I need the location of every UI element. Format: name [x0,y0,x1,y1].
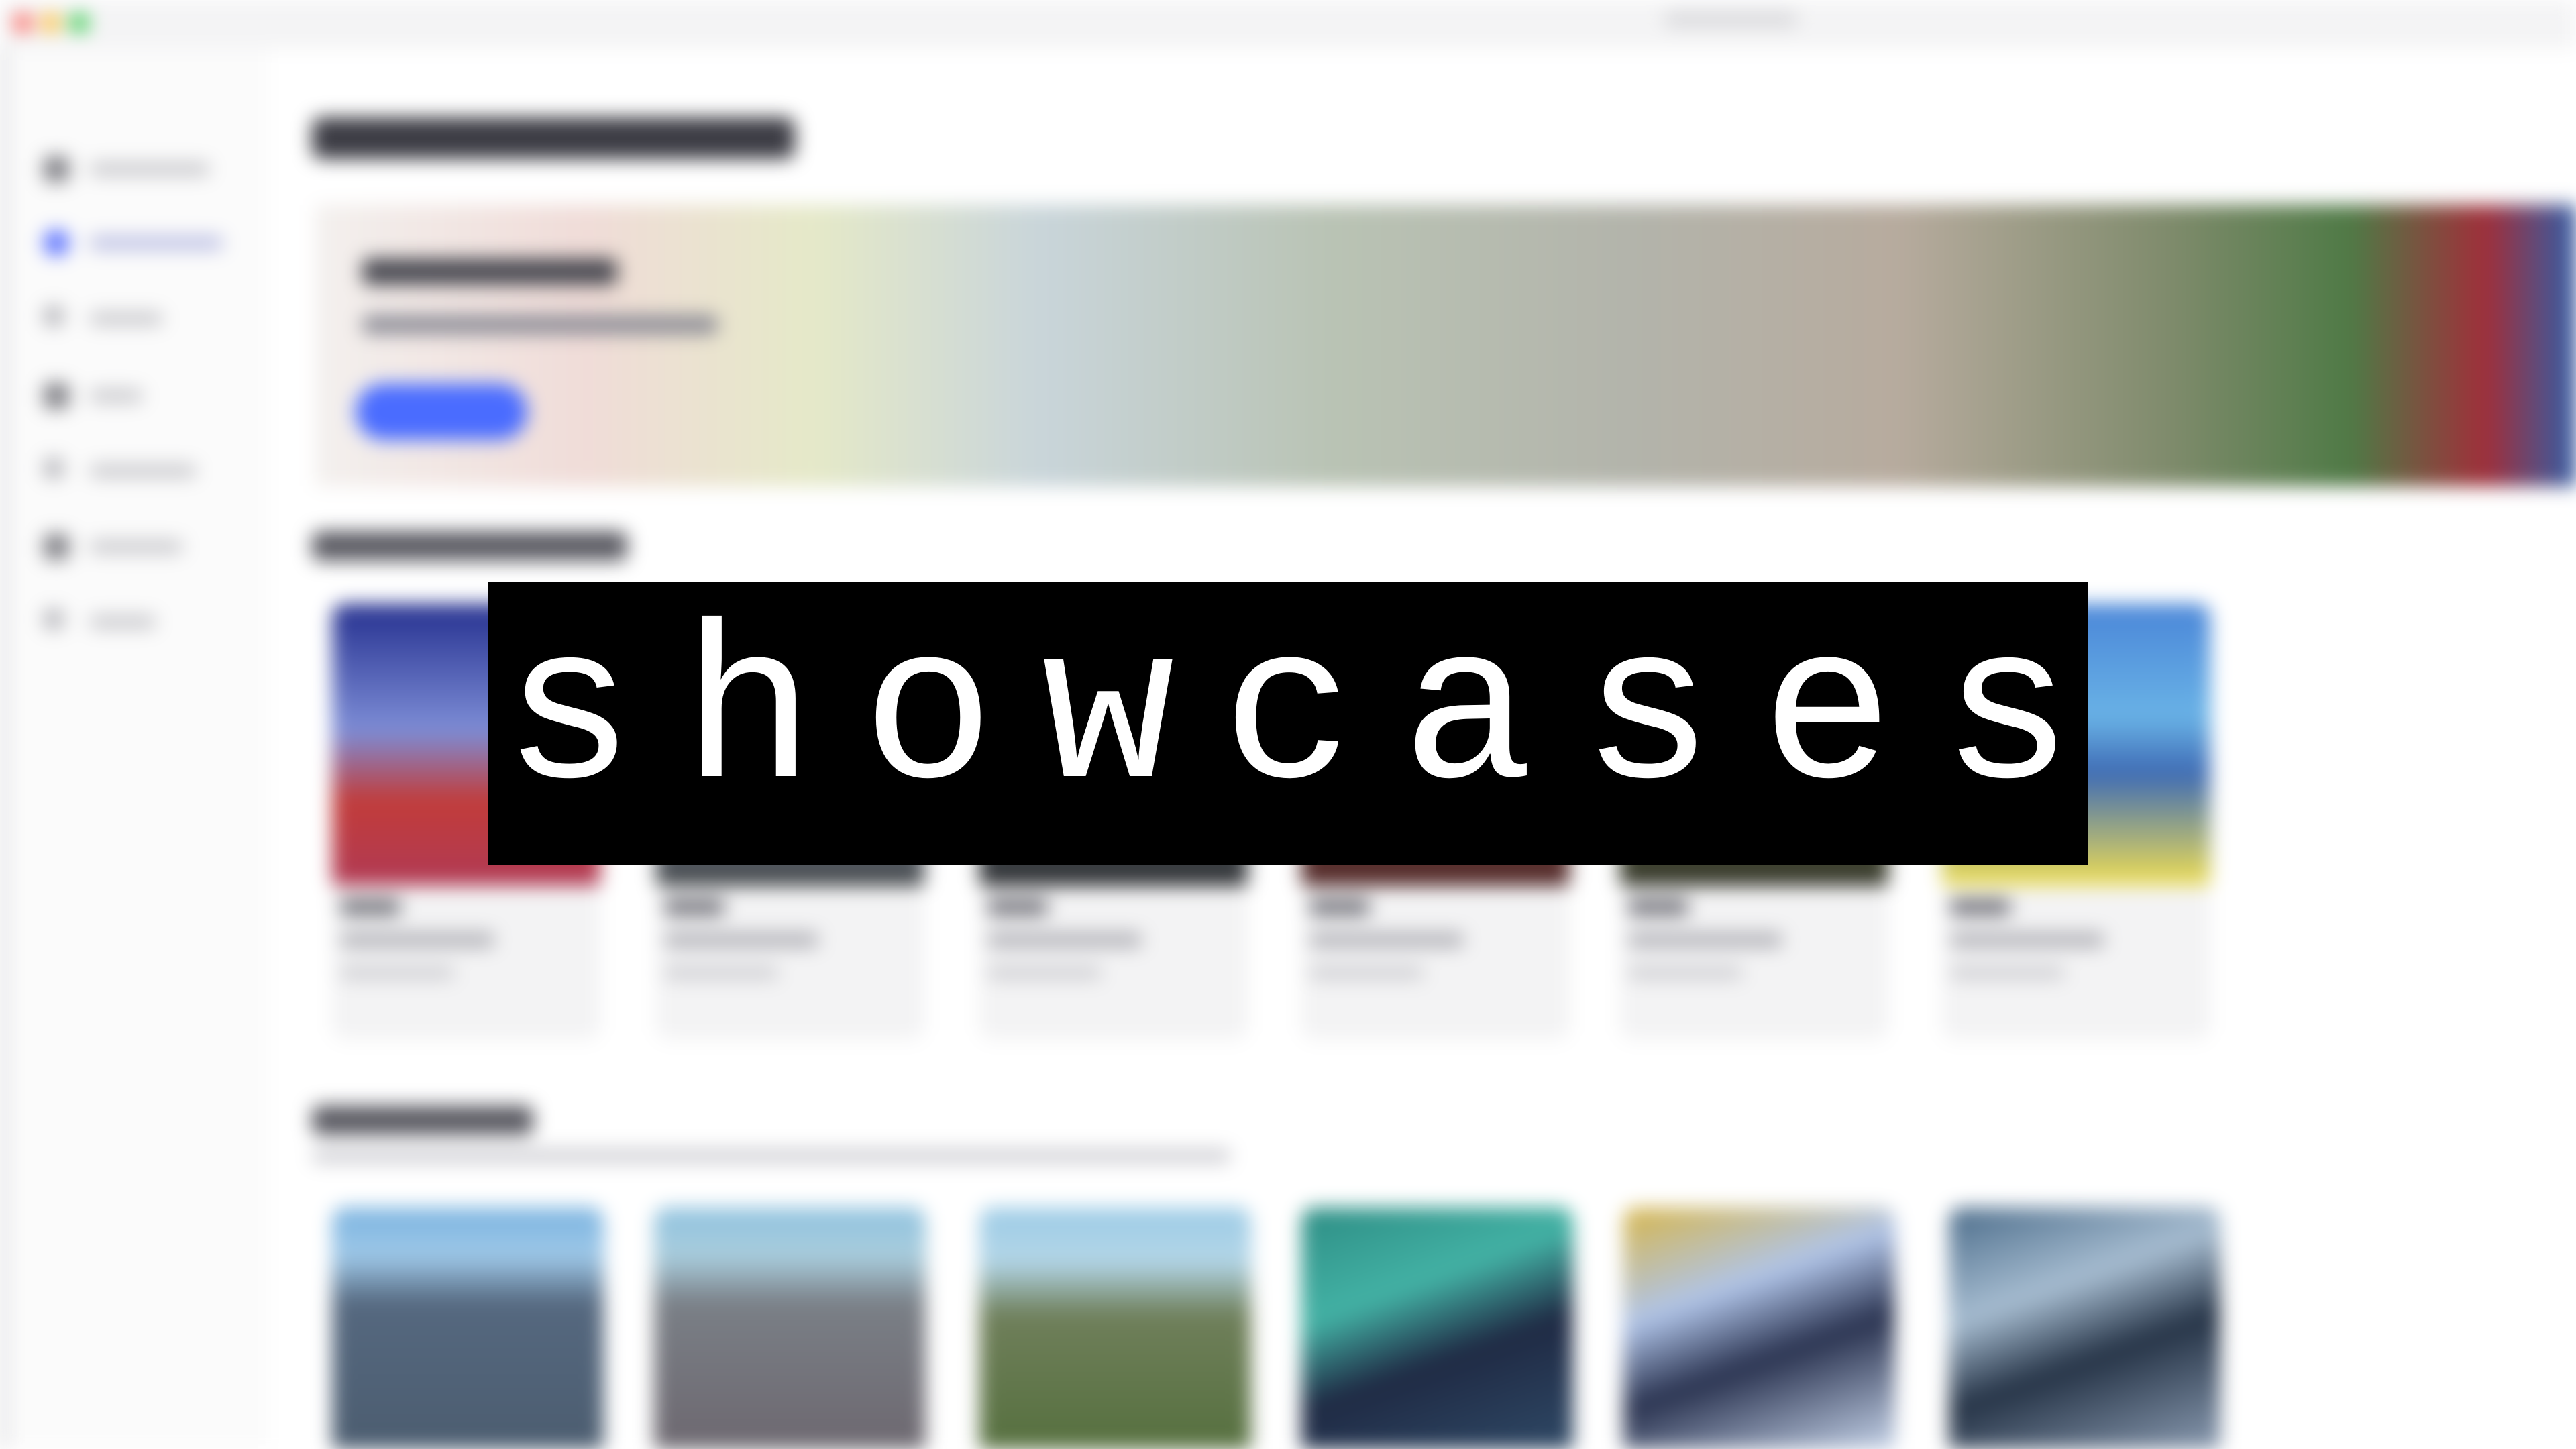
folder-icon [44,383,69,409]
sidebar-item-label [89,162,210,176]
plus-icon [44,609,64,629]
card-title [987,899,1048,915]
hero-subtitle [362,315,718,334]
sidebar-item-label [89,236,223,250]
sidebar-item-discover[interactable] [44,226,245,260]
sidebar-item-label [89,540,183,553]
section-subheading [312,1148,1231,1163]
plus-icon [44,458,64,478]
hero-cta-button[interactable] [356,384,527,440]
section-heading-new [312,1106,533,1135]
close-window-button[interactable] [13,13,32,32]
sidebar-item-label [89,389,143,402]
showcase-tile[interactable] [1623,1208,1895,1449]
card-author [340,932,494,947]
overlay-title: showcases [502,592,2121,843]
page-title [312,117,795,159]
card-author [1309,932,1464,947]
sidebar-item-label [89,312,163,325]
sidebar-item-label [89,464,197,478]
card-meta [987,966,1102,979]
showcase-tile[interactable] [332,1208,604,1449]
card-title [1950,899,2010,915]
showcase-tile[interactable] [979,1208,1251,1449]
card-meta [1950,966,2064,979]
card-meta [340,966,454,979]
sidebar-item-home[interactable] [44,152,245,186]
card-title [1628,899,1688,915]
window-title [1664,12,1798,27]
card-title [340,899,400,915]
card-meta [1309,966,1424,979]
sidebar-item-library[interactable] [44,530,245,564]
window-titlebar [0,0,2576,48]
sidebar-item-label [89,615,156,629]
card-author [987,932,1142,947]
sidebar-item-projects[interactable] [44,379,245,413]
window-edge [0,48,7,1449]
folder-icon [44,534,69,559]
section-heading-featured [312,531,627,561]
hero-title [362,258,617,285]
card-meta [664,966,778,979]
home-icon [44,156,69,182]
showcase-tile[interactable] [654,1208,926,1449]
card-author [1628,932,1782,947]
card-author [664,932,818,947]
maximize-window-button[interactable] [70,13,89,32]
card-title [664,899,724,915]
card-title [1309,899,1370,915]
sidebar-item-more[interactable] [44,605,245,639]
sidebar [7,48,268,1449]
plus-icon [44,306,64,326]
card-author [1950,932,2104,947]
showcase-tile[interactable] [1949,1208,2220,1449]
showcase-tile[interactable] [1301,1208,1573,1449]
minimize-window-button[interactable] [42,13,60,32]
discover-icon [44,230,69,256]
hero-banner [315,205,2576,486]
sidebar-item-new[interactable] [44,302,245,335]
sidebar-item-add[interactable] [44,454,245,488]
card-meta [1628,966,1742,979]
title-overlay-banner: showcases [488,582,2088,865]
